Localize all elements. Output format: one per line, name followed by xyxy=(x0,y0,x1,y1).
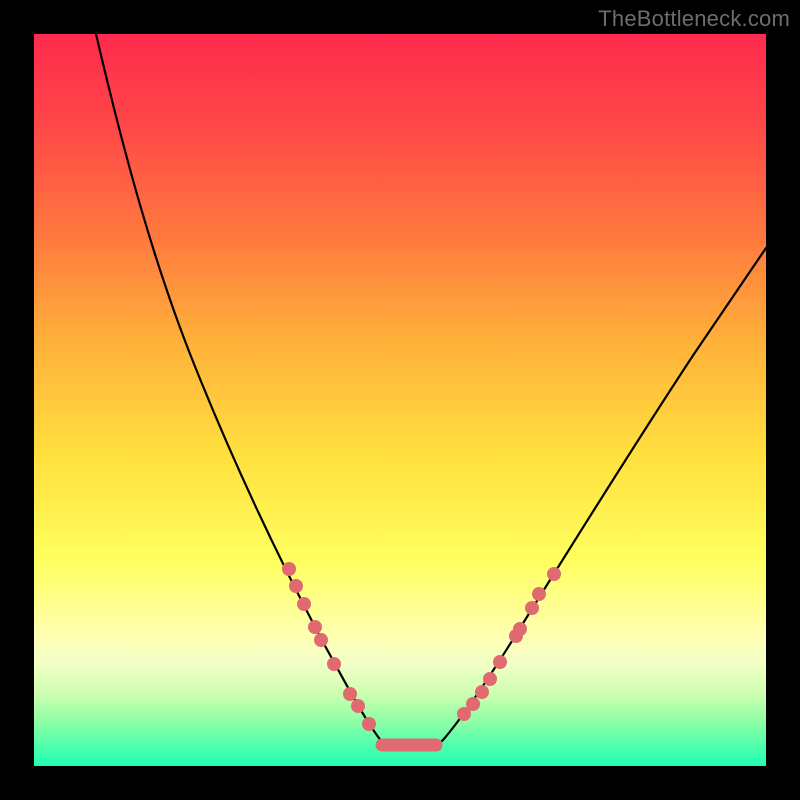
v-curve xyxy=(96,34,766,745)
marker-dot xyxy=(466,697,480,711)
marker-dot xyxy=(475,685,489,699)
marker-dot xyxy=(532,587,546,601)
marker-dot xyxy=(308,620,322,634)
marker-dot xyxy=(483,672,497,686)
marker-dot xyxy=(493,655,507,669)
marker-dot xyxy=(525,601,539,615)
marker-group xyxy=(282,562,561,731)
marker-dot xyxy=(327,657,341,671)
marker-dot xyxy=(314,633,328,647)
marker-dot xyxy=(513,622,527,636)
chart-svg xyxy=(34,34,766,766)
marker-dot xyxy=(343,687,357,701)
marker-dot xyxy=(297,597,311,611)
marker-dot xyxy=(289,579,303,593)
chart-frame: TheBottleneck.com xyxy=(0,0,800,800)
marker-dot xyxy=(351,699,365,713)
marker-dot xyxy=(282,562,296,576)
marker-dot xyxy=(547,567,561,581)
marker-dot xyxy=(362,717,376,731)
watermark-text: TheBottleneck.com xyxy=(598,6,790,32)
